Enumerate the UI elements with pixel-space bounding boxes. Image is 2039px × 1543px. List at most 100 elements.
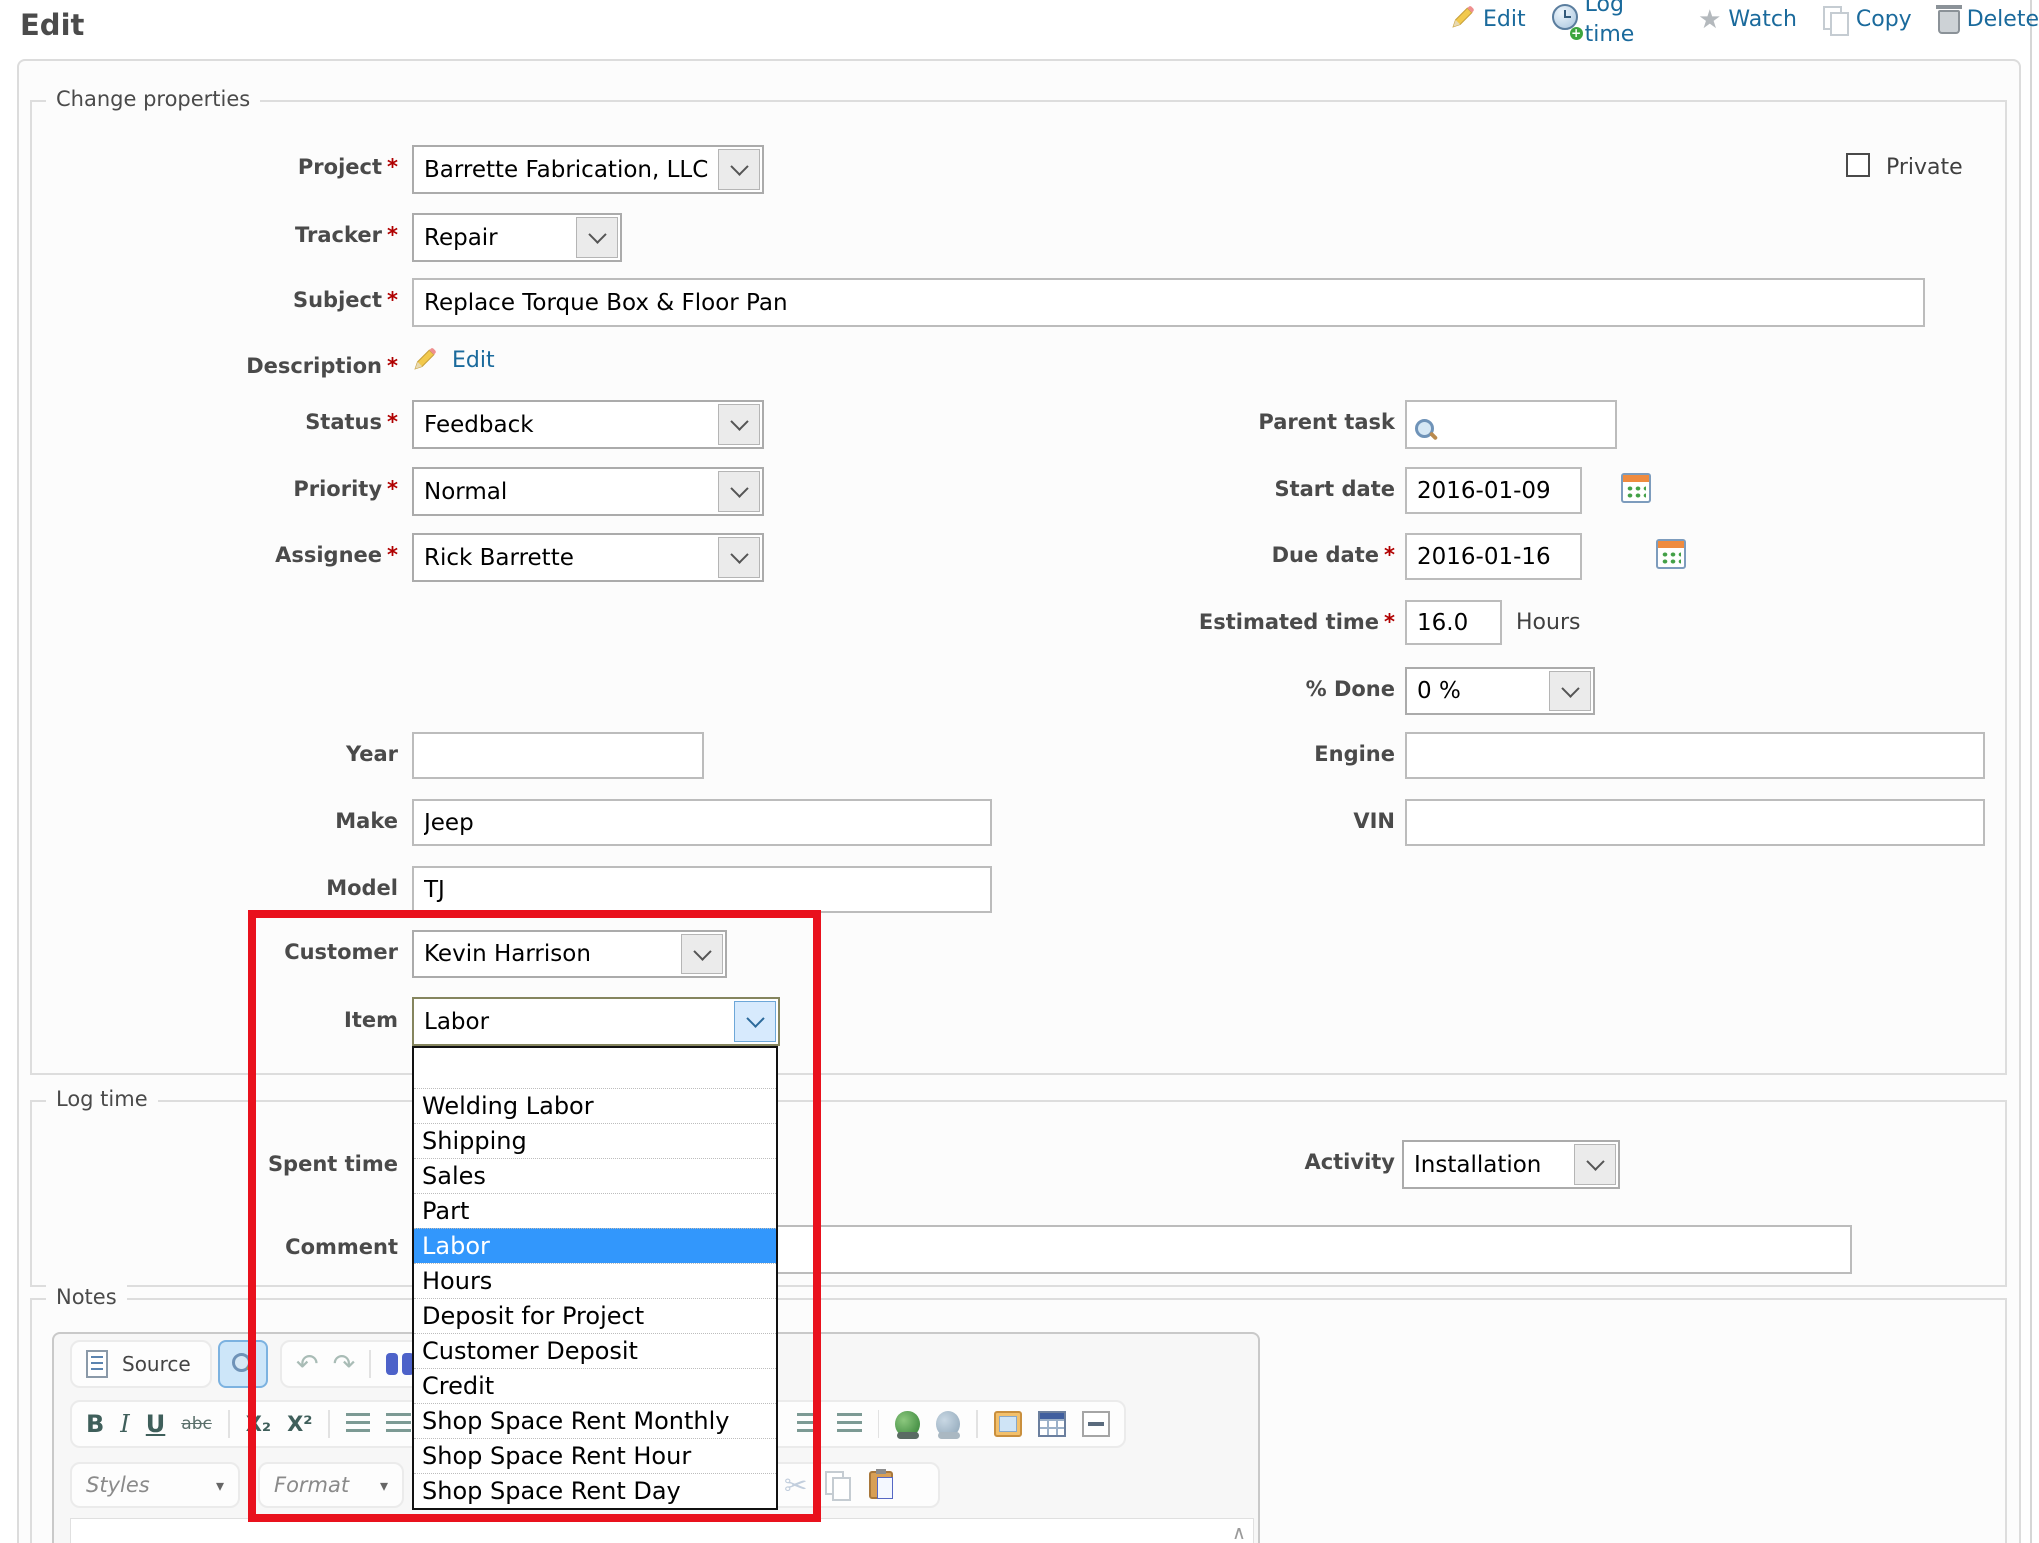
item-dropdown-option[interactable]: Deposit for Project [414, 1298, 776, 1333]
notes-editor-content[interactable] [70, 1518, 1254, 1543]
strikethrough-button[interactable]: abc [181, 1414, 212, 1434]
source-icon [86, 1350, 108, 1378]
chevron-down-icon[interactable] [734, 1001, 776, 1042]
subject-input[interactable] [412, 278, 1925, 327]
watch-action-link[interactable]: ★ Watch [1698, 5, 1797, 35]
private-label[interactable]: Private [1886, 155, 1963, 180]
done-ratio-select-value: 0 % [1407, 678, 1547, 704]
table-icon[interactable] [1038, 1411, 1066, 1437]
chevron-down-icon[interactable] [718, 537, 760, 578]
chevron-down-icon[interactable] [576, 217, 618, 258]
styles-combo[interactable]: Styles ▾ [70, 1462, 240, 1508]
scroll-up-icon[interactable]: ∧ [1232, 1522, 1246, 1543]
assignee-select[interactable]: Rick Barrette [412, 533, 764, 582]
bulleted-list-icon[interactable] [386, 1413, 410, 1435]
item-dropdown-option[interactable]: Credit [414, 1368, 776, 1403]
item-dropdown-option[interactable]: Part [414, 1193, 776, 1228]
format-combo[interactable]: Format ▾ [258, 1462, 404, 1508]
align-block-icon[interactable] [837, 1413, 861, 1435]
customer-select[interactable]: Kevin Harrison [412, 930, 727, 978]
chevron-down-icon[interactable] [1549, 671, 1591, 711]
assignee-select-value: Rick Barrette [414, 545, 716, 571]
justify-icon[interactable] [797, 1413, 821, 1435]
item-dropdown-option[interactable]: Welding Labor [414, 1088, 776, 1123]
item-dropdown-option[interactable]: Shipping [414, 1123, 776, 1158]
superscript-button[interactable]: X² [287, 1412, 312, 1436]
numbered-list-icon[interactable] [346, 1413, 370, 1435]
action-link-label: Copy [1856, 5, 1912, 35]
activity-select[interactable]: Installation [1402, 1140, 1620, 1189]
trash-icon [1938, 10, 1960, 34]
styles-combo-label: Styles [86, 1473, 150, 1497]
spent-time-label: Spent time [58, 1152, 398, 1176]
horizontal-rule-icon[interactable] [1082, 1411, 1110, 1437]
make-input[interactable] [412, 799, 992, 846]
subscript-button[interactable]: X₂ [246, 1412, 271, 1436]
priority-select[interactable]: Normal [412, 467, 764, 516]
pencil-icon [412, 346, 438, 376]
item-dropdown-option[interactable]: Sales [414, 1158, 776, 1193]
engine-input[interactable] [1405, 732, 1985, 779]
item-dropdown-option[interactable]: Hours [414, 1263, 776, 1298]
item-dropdown-option[interactable]: Customer Deposit [414, 1333, 776, 1368]
vin-input[interactable] [1405, 799, 1985, 846]
action-link-label: Log time [1585, 0, 1672, 50]
bold-button[interactable]: B [86, 1410, 104, 1438]
copy-action-link[interactable]: Copy [1823, 5, 1912, 35]
chevron-down-icon[interactable] [1574, 1144, 1616, 1185]
customer-label: Customer [58, 940, 398, 964]
subject-label: Subject* [58, 288, 398, 312]
project-select[interactable]: Barrette Fabrication, LLC [412, 145, 764, 194]
item-dropdown-option[interactable] [414, 1048, 776, 1088]
calendar-icon[interactable] [1656, 539, 1686, 569]
tracker-select[interactable]: Repair [412, 213, 622, 262]
item-dropdown-option[interactable]: Shop Space Rent Hour [414, 1438, 776, 1473]
assignee-label: Assignee* [58, 543, 398, 567]
image-icon[interactable] [994, 1411, 1022, 1437]
notes-legend: Notes [46, 1285, 127, 1309]
undo-icon[interactable]: ↶ [296, 1351, 319, 1378]
redo-icon[interactable]: ↷ [333, 1351, 356, 1378]
engine-label: Engine [1055, 742, 1395, 766]
item-dropdown-option[interactable]: Shop Space Rent Day [414, 1473, 776, 1508]
status-label: Status* [58, 410, 398, 434]
priority-label: Priority* [58, 477, 398, 501]
chevron-down-icon[interactable] [718, 404, 760, 445]
link-icon[interactable] [895, 1411, 919, 1437]
model-input[interactable] [412, 866, 992, 913]
edit-action-link[interactable]: Edit [1450, 4, 1526, 36]
source-button[interactable]: Source [70, 1340, 212, 1388]
paste-icon[interactable] [869, 1471, 893, 1499]
status-select[interactable]: Feedback [412, 400, 764, 449]
year-input[interactable] [412, 732, 704, 779]
italic-button[interactable]: I [120, 1410, 129, 1438]
find-icon[interactable] [385, 1353, 415, 1375]
item-select-value: Labor [414, 1009, 732, 1035]
done-ratio-select[interactable]: 0 % [1405, 667, 1595, 715]
chevron-down-icon[interactable] [718, 471, 760, 512]
item-select[interactable]: Labor [412, 997, 780, 1046]
log-time-legend: Log time [46, 1087, 158, 1111]
item-dropdown-option[interactable]: Labor [414, 1228, 776, 1263]
private-checkbox[interactable] [1846, 153, 1870, 177]
estimated-time-input[interactable] [1405, 600, 1502, 645]
chevron-down-icon[interactable] [718, 149, 760, 190]
copy-doc-icon[interactable] [825, 1471, 851, 1499]
project-label: Project* [58, 155, 398, 179]
item-dropdown-option[interactable]: Shop Space Rent Monthly [414, 1403, 776, 1438]
toolbar-divider [228, 1410, 230, 1438]
start-date-input[interactable] [1405, 467, 1582, 514]
log-time-action-link[interactable]: + Log time [1552, 0, 1672, 50]
underline-button[interactable]: U [146, 1410, 166, 1438]
toolbar-divider [976, 1410, 978, 1438]
cut-icon[interactable]: ✂ [784, 1469, 807, 1502]
unlink-icon[interactable] [936, 1411, 960, 1437]
parent-task-label: Parent task [1055, 410, 1395, 434]
calendar-icon[interactable] [1621, 473, 1651, 503]
preview-button[interactable] [218, 1340, 268, 1388]
due-date-input[interactable] [1405, 533, 1582, 580]
delete-action-link[interactable]: Delete [1938, 5, 2039, 35]
search-icon [1414, 418, 1438, 442]
chevron-down-icon[interactable] [681, 934, 723, 974]
description-edit-link[interactable]: Edit [452, 348, 495, 373]
